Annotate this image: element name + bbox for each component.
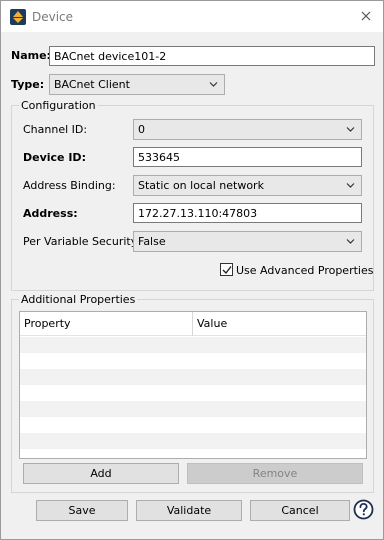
cancel-button[interactable]: Cancel	[250, 500, 350, 521]
close-icon[interactable]	[357, 7, 375, 25]
use-advanced-checkbox[interactable]	[220, 263, 233, 276]
save-button[interactable]: Save	[36, 500, 128, 521]
device-id-field[interactable]: 533645	[133, 147, 362, 167]
add-property-button[interactable]: Add	[23, 463, 179, 484]
type-dropdown[interactable]: BACnet Client	[49, 74, 225, 95]
table-row	[20, 385, 366, 401]
chevron-down-icon	[346, 127, 355, 132]
configuration-title: Configuration	[19, 99, 98, 112]
additional-properties-title: Additional Properties	[19, 293, 138, 306]
up-down-arrows-icon	[10, 9, 26, 25]
address-binding-label: Address Binding:	[23, 179, 116, 192]
channel-id-dropdown[interactable]: 0	[133, 119, 362, 140]
table-row	[20, 353, 366, 369]
checkmark-icon	[222, 266, 232, 275]
channel-id-value: 0	[138, 123, 145, 136]
table-row	[20, 337, 366, 353]
address-binding-value: Static on local network	[138, 179, 264, 192]
column-header-property[interactable]: Property	[20, 312, 192, 336]
column-header-value[interactable]: Value	[193, 312, 365, 336]
help-icon[interactable]	[353, 499, 374, 520]
validate-button[interactable]: Validate	[136, 500, 242, 521]
chevron-down-icon	[346, 239, 355, 244]
device-id-label: Device ID:	[23, 151, 86, 164]
use-advanced-label[interactable]: Use Advanced Properties	[236, 264, 373, 277]
title-bar: Device	[1, 1, 383, 32]
per-variable-security-label: Per Variable Security:	[23, 235, 141, 248]
window-title: Device	[32, 10, 74, 24]
device-dialog: Device Name: BACnet device101-2 Type: BA…	[0, 0, 384, 540]
name-label: Name:	[11, 49, 51, 62]
chevron-down-icon	[209, 82, 218, 87]
address-label: Address:	[23, 207, 78, 220]
chevron-down-icon	[346, 183, 355, 188]
table-row	[20, 417, 366, 433]
type-dropdown-value: BACnet Client	[54, 78, 130, 91]
address-field[interactable]: 172.27.13.110:47803	[133, 203, 362, 223]
table-header: Property Value	[20, 312, 366, 336]
per-variable-security-dropdown[interactable]: False	[133, 231, 362, 252]
remove-property-button[interactable]: Remove	[187, 463, 363, 484]
properties-table[interactable]: Property Value	[19, 311, 367, 459]
channel-id-label: Channel ID:	[23, 123, 88, 136]
per-variable-security-value: False	[138, 235, 166, 248]
type-label: Type:	[11, 78, 45, 91]
table-row	[20, 401, 366, 417]
table-row	[20, 369, 366, 385]
name-field[interactable]: BACnet device101-2	[49, 46, 375, 66]
address-binding-dropdown[interactable]: Static on local network	[133, 175, 362, 196]
table-row	[20, 433, 366, 449]
